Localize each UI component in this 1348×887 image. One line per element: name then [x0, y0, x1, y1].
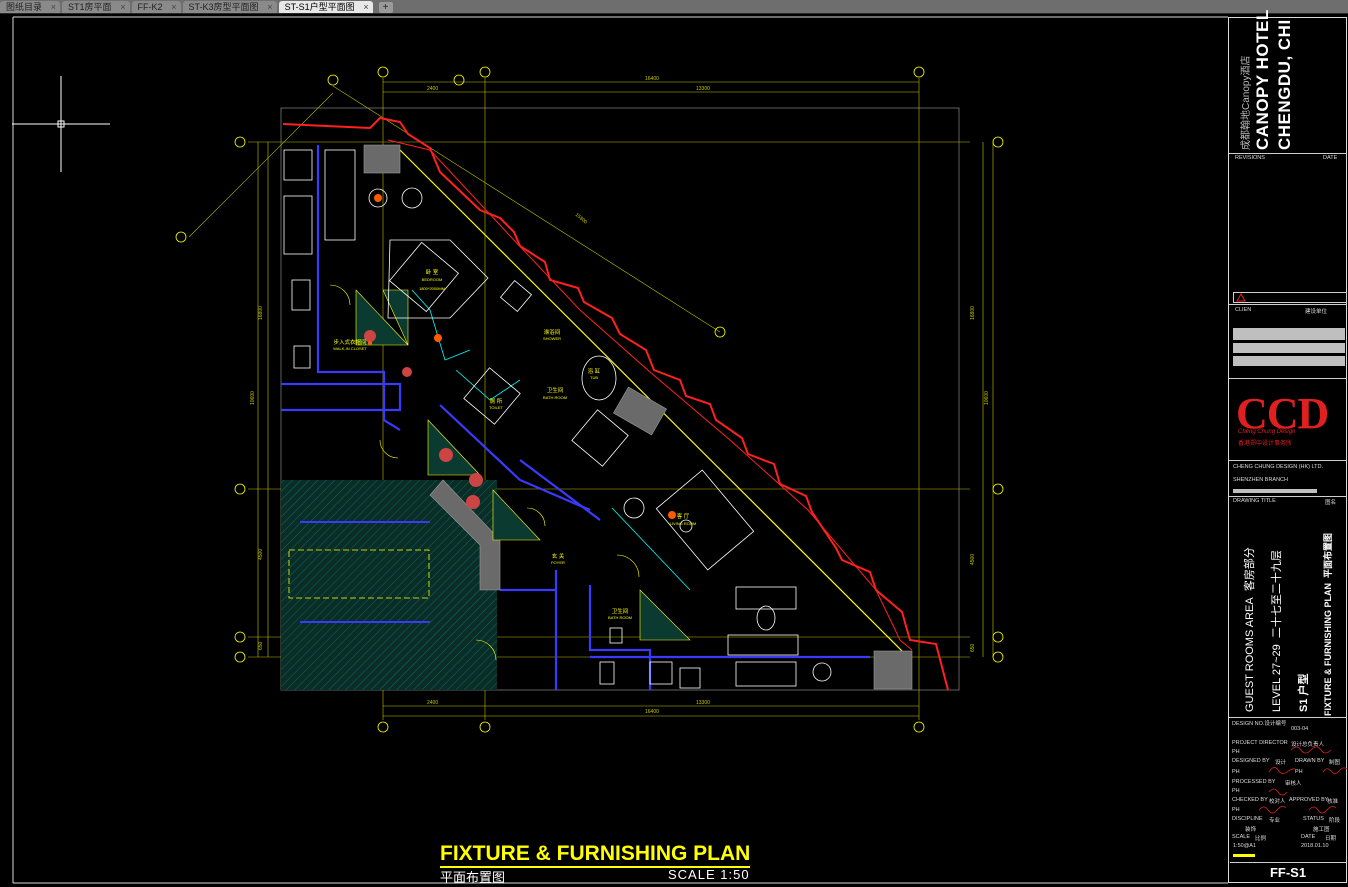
- signature-mark: [1308, 806, 1337, 814]
- signature-mark: [1322, 767, 1347, 774]
- client-label-cn: 建设单位: [1305, 309, 1328, 315]
- dim-top-b: 13300: [696, 86, 710, 92]
- drawing-title-cn: 平面布置图: [440, 870, 506, 885]
- bathroom-label-en: BATH ROOM: [543, 395, 567, 400]
- dim-right-b: 4500: [970, 554, 976, 565]
- revision-row: [1233, 292, 1347, 303]
- dim-left-c: 650: [258, 641, 264, 650]
- bathroom-label: 卫生间: [547, 386, 564, 394]
- plan-name: FIXTURE & FURNISHING PLAN 平面布置图: [1323, 532, 1333, 716]
- drawing-scale: SCALE 1:50: [668, 867, 750, 882]
- dim-right-c: 650: [970, 643, 976, 652]
- ccd-logo-sub-cn: 香港郑中设计事务所: [1238, 441, 1293, 447]
- dim-left-total: 16800: [258, 306, 264, 320]
- warning-icon: [1236, 293, 1246, 302]
- closet-label: 步入式衣帽间: [333, 338, 366, 346]
- toilet-label-en: TOILET: [489, 405, 503, 410]
- dim-left-a: 10600: [250, 391, 256, 405]
- client-field: [1233, 343, 1345, 353]
- dim-top-total: 16400: [645, 76, 659, 82]
- project-name-en-2: CHENGDU, CHI: [1275, 19, 1294, 150]
- unit-name: S1 户型: [1298, 673, 1310, 712]
- client-field: [1233, 356, 1345, 366]
- living-label: 客 厅: [677, 512, 690, 520]
- entry-label: 玄 关: [552, 552, 565, 560]
- title-block-project: 成都翰地Canopy酒店 CANOPY HOTEL CHENGDU, CHI: [1229, 9, 1347, 154]
- client-label: CLIEN: [1235, 307, 1252, 313]
- dim-bottom-a: 2400: [427, 700, 438, 706]
- dim-bottom-total: 16400: [645, 709, 659, 715]
- client-field: [1233, 328, 1345, 340]
- drawing-title: FIXTURE & FURNISHING PLAN: [440, 842, 751, 868]
- area-name: GUEST ROOMS AREA 客房部分: [1244, 547, 1256, 712]
- company-info-bar: [1233, 489, 1317, 493]
- revisions-label: REVISIONS: [1235, 155, 1265, 161]
- bathroom2-label: 卫生间: [612, 607, 629, 615]
- dim-left-b: 4500: [258, 549, 264, 560]
- drawing-title-label-cn: 图名: [1325, 500, 1337, 506]
- signature-mark: [1258, 806, 1287, 814]
- bedroom-label-en: BEDROOM: [422, 277, 443, 282]
- signature-mark: [1268, 767, 1296, 774]
- ccd-logo-sub-en: Cheng Chung Design: [1238, 429, 1296, 435]
- signature-mark: [1268, 788, 1288, 796]
- dim-bottom-b: 13300: [696, 700, 710, 706]
- floor-plan-drawing: 16400 2400 13300 16400 2400 13300 15800 …: [12, 16, 1228, 884]
- dim-right-total: 16800: [970, 306, 976, 320]
- project-name-cn: 成都翰地Canopy酒店: [1241, 55, 1252, 150]
- scale-bar: [1233, 854, 1255, 857]
- crosshair-cursor-icon: [12, 76, 110, 172]
- level-name: LEVEL 27~29 二十七至二十九层: [1271, 550, 1283, 712]
- project-name-en-1: CANOPY HOTEL: [1253, 9, 1272, 150]
- company-info-2: SHENZHEN BRANCH: [1233, 477, 1289, 483]
- shower-label: 淋浴间: [544, 328, 561, 336]
- entry-label-en: FOYER: [551, 560, 565, 565]
- signature-mark: [1290, 746, 1332, 754]
- drawing-title-label: DRAWING TITLE: [1233, 498, 1276, 504]
- company-info-1: CHENG CHUNG DESIGN (HK) LTD.: [1233, 464, 1324, 470]
- bed-size-label: 1800*2000MM: [419, 286, 445, 291]
- company-info-section: CHENG CHUNG DESIGN (HK) LTD. SHENZHEN BR…: [1229, 460, 1347, 501]
- bathroom2-label-en: BATH ROOM: [608, 615, 632, 620]
- closet-label-en: WALK-IN CLOSET: [333, 346, 367, 351]
- sheet-number: FF-S1: [1230, 862, 1346, 883]
- orange-lamps: [368, 194, 676, 519]
- dim-diagonal: 15800: [574, 212, 589, 226]
- shower-label-en: SHOWER: [543, 336, 561, 341]
- bedroom-label: 卧 室: [426, 268, 439, 276]
- dim-top-a: 2400: [427, 86, 438, 92]
- date-label: DATE: [1323, 155, 1338, 161]
- tub-label: 浴 缸: [588, 367, 601, 375]
- dim-right-a: 10600: [984, 391, 990, 405]
- tub-label-en: TUB: [590, 375, 598, 380]
- signatures: [1233, 746, 1347, 857]
- toilet-label: 厕 所: [490, 397, 503, 405]
- living-label-en: LIVING ROOM: [670, 521, 697, 526]
- revisions-section: REVISIONS DATE: [1229, 153, 1347, 294]
